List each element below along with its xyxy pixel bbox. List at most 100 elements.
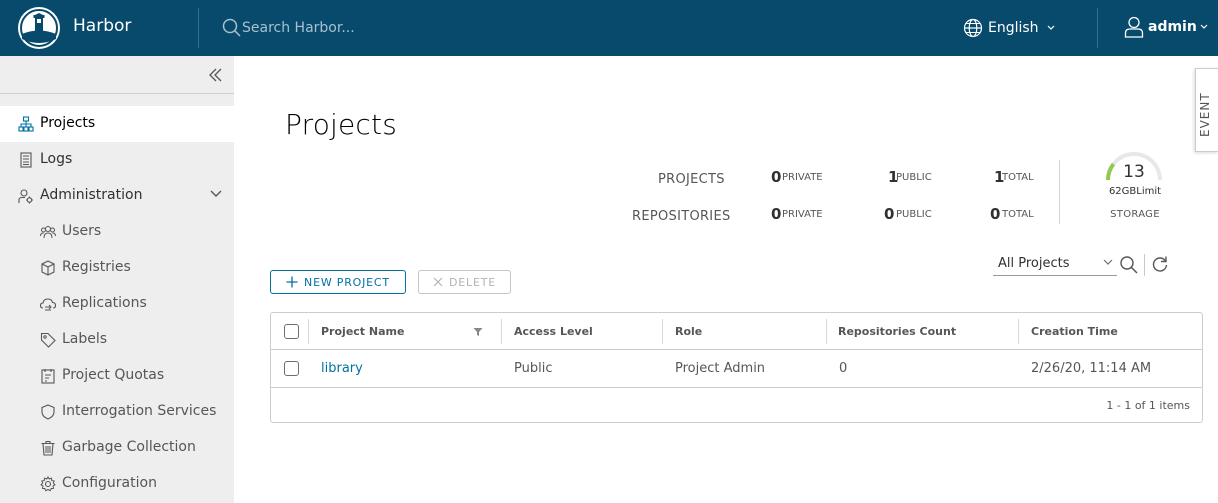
event-panel-tab[interactable]: EVENT (1195, 68, 1218, 152)
column-header-role[interactable]: Role (675, 325, 702, 338)
language-label: English (988, 20, 1039, 36)
users-icon (40, 226, 56, 239)
harbor-logo-icon[interactable] (18, 7, 60, 49)
column-divider (308, 319, 309, 344)
project-filter-value: All Projects (998, 256, 1070, 271)
trash-icon (41, 440, 55, 456)
sidebar-item-label: Labels (62, 331, 108, 347)
close-icon (433, 277, 443, 287)
projects-summary-label: PROJECTS (658, 172, 725, 187)
sidebar-item-label: Logs (40, 151, 73, 167)
global-search-input[interactable] (242, 16, 542, 40)
sidebar-item-label: Configuration (62, 475, 157, 491)
creation-time-cell: 2/26/20, 11:14 AM (1031, 361, 1152, 376)
access-level-cell: Public (514, 361, 553, 376)
storage-label: STORAGE (1110, 209, 1160, 220)
repositories-summary-label: REPOSITORIES (632, 209, 731, 224)
pagination-summary: 1 - 1 of 1 items (1106, 399, 1190, 412)
header-divider (198, 8, 199, 48)
table-row: library Public Project Admin 0 2/26/20, … (271, 350, 1202, 388)
sidebar-item-registries[interactable]: Registries (0, 250, 234, 286)
row-checkbox[interactable] (284, 361, 299, 376)
new-project-label: NEW PROJECT (304, 275, 390, 289)
sidebar-item-administration[interactable]: Administration (0, 178, 234, 214)
role-cell: Project Admin (675, 361, 766, 376)
column-divider (662, 319, 663, 344)
refresh-icon[interactable] (1151, 255, 1169, 273)
private-label: PRIVATE (782, 172, 823, 183)
chevron-down-icon (1103, 259, 1113, 265)
sidebar-item-logs[interactable]: Logs (0, 142, 234, 178)
administration-icon (18, 189, 33, 204)
storage-used-value: 13 (1123, 162, 1145, 182)
sidebar-item-users[interactable]: Users (0, 214, 234, 250)
sidebar-item-projects[interactable]: Projects (0, 106, 234, 142)
brand-name[interactable]: Harbor (73, 16, 131, 36)
chevron-down-icon (210, 190, 222, 197)
projects-icon (18, 116, 34, 132)
top-navbar: Harbor English admin (0, 0, 1218, 56)
repositories-total-count: 0 (990, 205, 1001, 223)
sidebar-item-labels[interactable]: Labels (0, 322, 234, 358)
sidebar-item-interrogation-services[interactable]: Interrogation Services (0, 394, 234, 430)
chevron-down-icon (1200, 24, 1208, 29)
registries-icon (41, 260, 55, 276)
sidebar-divider (0, 93, 234, 94)
sidebar-item-label: Registries (62, 259, 131, 275)
search-icon[interactable] (1119, 255, 1139, 275)
project-name-link[interactable]: library (321, 361, 363, 376)
user-menu[interactable]: admin (1124, 15, 1208, 39)
projects-table: Project Name Access Level Role Repositor… (270, 312, 1203, 423)
sidebar: Projects Logs Administration Users Regis… (0, 56, 234, 503)
total-label: TOTAL (1002, 172, 1034, 183)
search-icon (222, 18, 241, 37)
globe-icon (963, 18, 983, 38)
column-header-access-level[interactable]: Access Level (514, 325, 593, 338)
summary-divider (1059, 160, 1060, 224)
repositories-private-count: 0 (771, 205, 782, 223)
public-label: PUBLIC (896, 209, 932, 220)
sidebar-item-label: Project Quotas (62, 367, 165, 383)
interrogation-services-icon (41, 404, 55, 420)
replications-icon (40, 298, 56, 311)
sidebar-item-garbage-collection[interactable]: Garbage Collection (0, 430, 234, 466)
column-header-repositories-count[interactable]: Repositories Count (838, 325, 956, 338)
event-tab-label: EVENT (1198, 92, 1212, 137)
filter-icon[interactable] (473, 327, 483, 337)
table-header: Project Name Access Level Role Repositor… (271, 313, 1202, 350)
repositories-public-count: 0 (884, 205, 895, 223)
public-label: PUBLIC (896, 172, 932, 183)
sidebar-item-label: Projects (40, 115, 96, 131)
storage-gauge-fill (1106, 162, 1116, 181)
user-icon (1124, 16, 1144, 38)
projects-private-count: 0 (771, 168, 782, 186)
sidebar-item-configuration[interactable]: Configuration (0, 466, 234, 502)
labels-icon (40, 332, 56, 348)
sidebar-item-replications[interactable]: Replications (0, 286, 234, 322)
project-filter-select[interactable]: All Projects (993, 254, 1117, 276)
project-quotas-icon (41, 369, 55, 384)
collapse-sidebar-icon[interactable] (206, 66, 226, 84)
gear-icon (40, 476, 56, 492)
filter-divider (1144, 254, 1145, 276)
plus-icon (286, 276, 298, 288)
column-divider (1018, 319, 1019, 344)
select-all-checkbox[interactable] (284, 324, 299, 339)
sidebar-item-label: Administration (40, 187, 143, 203)
delete-button[interactable]: DELETE (418, 270, 511, 294)
language-selector[interactable]: English (963, 16, 1055, 40)
column-header-creation-time[interactable]: Creation Time (1031, 325, 1118, 338)
sidebar-item-label: Users (62, 223, 102, 239)
header-divider (1097, 8, 1098, 48)
sidebar-item-label: Interrogation Services (62, 403, 217, 419)
total-label: TOTAL (1002, 209, 1034, 220)
page-title: Projects (285, 108, 397, 141)
new-project-button[interactable]: NEW PROJECT (270, 270, 406, 294)
column-header-project-name[interactable]: Project Name (321, 325, 404, 338)
sidebar-item-label: Garbage Collection (62, 439, 196, 455)
sidebar-item-project-quotas[interactable]: Project Quotas (0, 358, 234, 394)
delete-label: DELETE (449, 275, 496, 289)
column-divider (501, 319, 502, 344)
storage-limit: 62GBLimit (1108, 186, 1162, 197)
column-divider (826, 319, 827, 344)
